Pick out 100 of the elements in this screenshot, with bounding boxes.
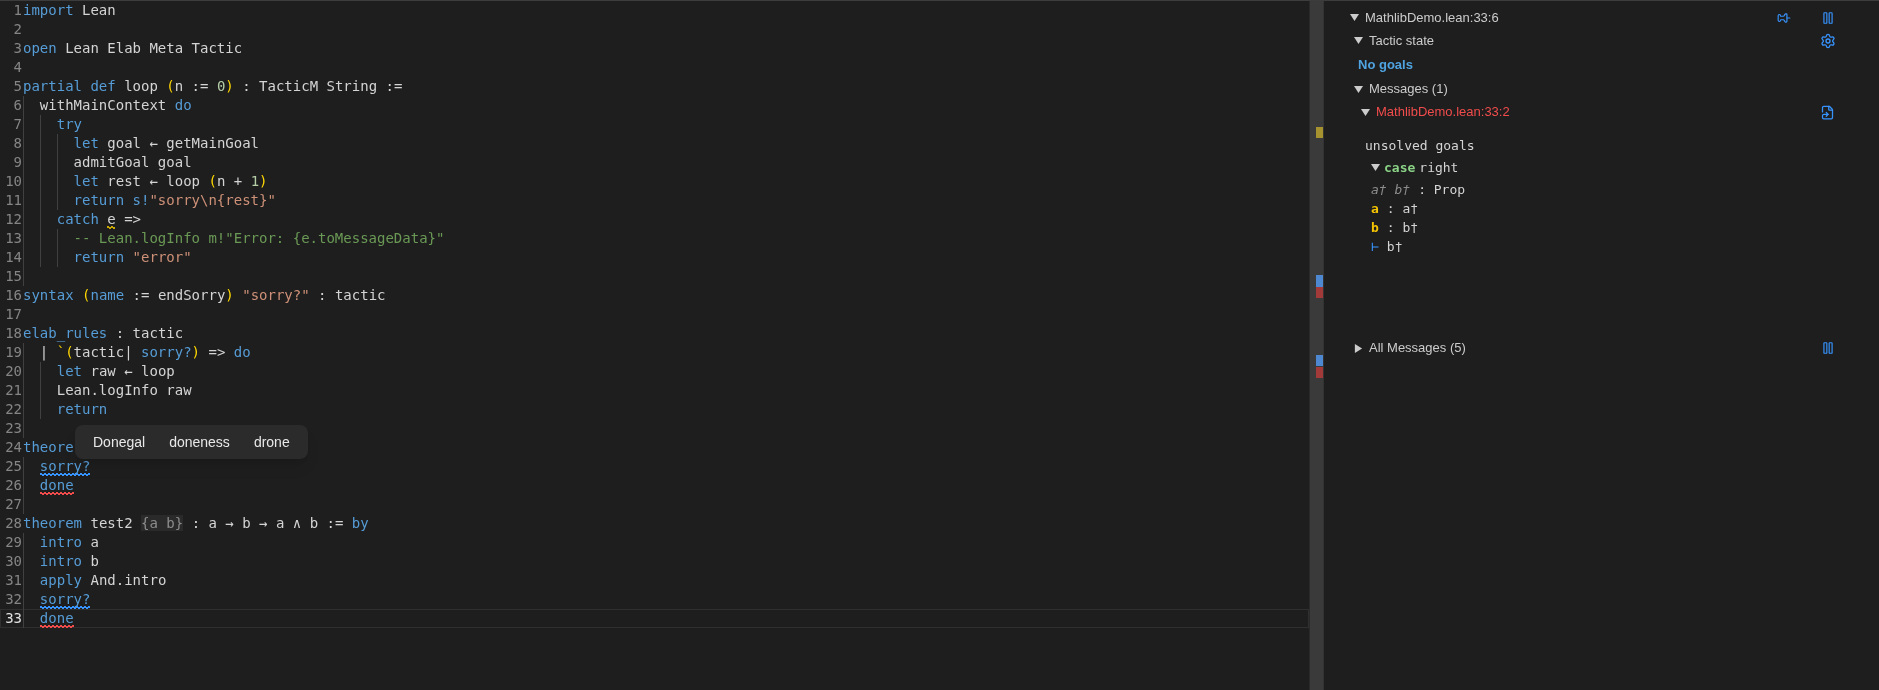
code-token: : tactic (115, 325, 184, 341)
line-number: 2 (12, 20, 23, 39)
code-token: And.intro (90, 572, 167, 588)
code-token: "error" (132, 249, 192, 265)
hypothesis-names: a† b† (1371, 180, 1411, 199)
code-token: elab_rules (23, 325, 108, 341)
line-number: 28 (4, 514, 23, 533)
code-token: partial def (23, 78, 116, 94)
section-label[interactable]: Tactic state (1369, 30, 1435, 51)
code-token: n + (216, 173, 244, 189)
code-token: let (73, 135, 99, 151)
section-label[interactable]: Messages (1) (1369, 79, 1448, 99)
code-token: goal ← getMainGoal (107, 135, 260, 151)
line-number: 21 (4, 381, 23, 400)
pause-icon[interactable] (1821, 10, 1835, 25)
code-token: n := (174, 78, 210, 94)
goal-target: b† (1386, 237, 1403, 256)
line-number: 27 (4, 495, 23, 514)
pause-icon[interactable] (1821, 341, 1835, 355)
code-token: intro (39, 534, 82, 550)
code-token: 0 (216, 78, 226, 94)
code-token: by (351, 515, 369, 531)
settings-icon[interactable] (1820, 32, 1836, 49)
code-token: withMainContext (39, 97, 168, 113)
line-number: 3 (12, 39, 23, 58)
line-number: 5 (12, 77, 23, 96)
code-token: rest ← loop (107, 173, 202, 189)
line-number: 24 (4, 438, 23, 457)
hypothesis-names: b (1371, 218, 1379, 237)
line-number: 22 (4, 400, 23, 419)
code-token: => (208, 344, 227, 360)
code-token: e (107, 211, 116, 227)
hypothesis-names: a (1371, 199, 1379, 218)
suggestion-item[interactable]: doneness (159, 429, 240, 455)
code-token: try (56, 116, 82, 132)
case-name: right (1419, 158, 1459, 177)
suggestion-item[interactable]: drone (243, 429, 300, 455)
file-link-icon[interactable] (1820, 104, 1835, 120)
code-token: do (174, 97, 192, 113)
message-location[interactable]: MathlibDemo.lean:33:2 (1376, 102, 1510, 122)
line-number: 32 (4, 590, 23, 609)
line-number: 13 (4, 229, 23, 248)
position-title[interactable]: MathlibDemo.lean:33:6 (1365, 7, 1499, 28)
code-token: open (23, 40, 57, 56)
code-token: return s! (73, 192, 150, 208)
line-number: 18 (4, 324, 23, 343)
code-token: -- Lean.logInfo m!"Error: {e.toMessageData}" (73, 230, 445, 246)
code-token: raw ← loop (90, 363, 175, 379)
turnstile: ⊢ (1371, 237, 1379, 256)
code-token: ) (259, 173, 268, 189)
pin-icon[interactable] (1777, 10, 1791, 25)
code-token: "sorry?" (242, 287, 310, 303)
code-token: ) (225, 287, 234, 303)
code-token: tactic| (73, 344, 134, 360)
expand-triangle-icon[interactable] (1354, 343, 1363, 353)
code-token: return (56, 401, 108, 417)
code-token: intro (39, 553, 82, 569)
code-token: Lean.logInfo raw (56, 382, 192, 398)
hypothesis-type: : Prop (1418, 180, 1466, 199)
code-token: sorry? (39, 591, 91, 607)
line-number: 10 (4, 172, 23, 191)
expand-triangle-icon[interactable] (1354, 84, 1363, 94)
code-token: done (39, 477, 74, 493)
line-number: 1 (12, 1, 23, 20)
expand-triangle-icon[interactable] (1350, 13, 1359, 22)
line-number: 23 (4, 419, 23, 438)
line-number: 20 (4, 362, 23, 381)
code-token: import (23, 2, 74, 18)
code-token: let (56, 363, 82, 379)
code-token: {a b} (141, 515, 184, 531)
code-token: do (233, 344, 251, 360)
line-number: 14 (4, 248, 23, 267)
message-text: unsolved goals (1365, 136, 1476, 155)
expand-triangle-icon[interactable] (1371, 162, 1380, 172)
line-number: 19 (4, 343, 23, 362)
expand-triangle-icon[interactable] (1361, 107, 1370, 117)
line-number: 15 (4, 267, 23, 286)
line-number: 33 (4, 609, 23, 628)
line-number: 17 (4, 305, 23, 324)
code-token: admitGoal goal (73, 154, 192, 170)
code-token: b (90, 553, 99, 569)
line-number: 12 (4, 210, 23, 229)
code-token: done (39, 610, 74, 626)
code-token: ) (225, 78, 234, 94)
line-number: 8 (12, 134, 23, 153)
suggestion-item[interactable]: Donegal (83, 429, 156, 455)
code-token: := endSorry (132, 287, 226, 303)
line-number: 29 (4, 533, 23, 552)
line-number: 7 (12, 115, 23, 134)
code-token: => (124, 211, 142, 227)
code-token: : a → b → a ∧ b := (191, 515, 345, 531)
line-number: 11 (4, 191, 23, 210)
code-token: ) (191, 344, 201, 360)
hypothesis-type: : b† (1386, 218, 1419, 237)
line-number: 6 (12, 96, 23, 115)
code-token: theore (23, 439, 74, 455)
code-token: apply (39, 572, 82, 588)
code-token: return (73, 249, 126, 265)
expand-triangle-icon[interactable] (1354, 36, 1363, 45)
section-label[interactable]: All Messages (5) (1369, 338, 1466, 358)
